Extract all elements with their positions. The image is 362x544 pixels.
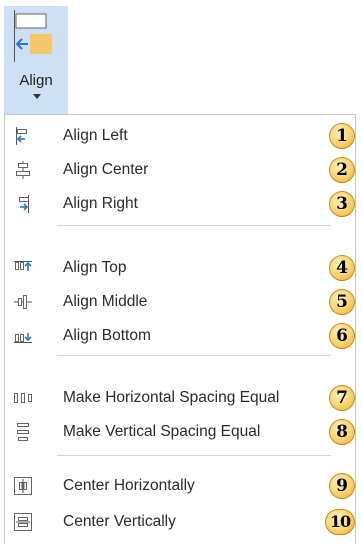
vertical-spacing-icon <box>13 422 33 442</box>
align-middle-icon <box>13 292 33 312</box>
step-badge: 2 <box>329 157 355 183</box>
align-ribbon-button[interactable]: Align <box>4 6 68 114</box>
menu-item-align-bottom[interactable]: Align Bottom 6 <box>5 319 355 353</box>
align-left-icon <box>10 8 64 64</box>
step-badge: 5 <box>329 289 355 315</box>
menu-item-vertical-spacing[interactable]: Make Vertical Spacing Equal 8 <box>5 415 355 449</box>
menu-item-align-left[interactable]: Align Left 1 <box>5 119 355 153</box>
align-bottom-icon <box>13 326 33 346</box>
menu-item-align-right[interactable]: Align Right 3 <box>5 187 355 221</box>
menu-item-label: Align Middle <box>63 293 148 310</box>
horizontal-spacing-icon <box>13 388 33 408</box>
menu-item-label: Align Center <box>63 161 149 178</box>
menu-item-center-vertically[interactable]: Center Vertically 10 <box>5 505 355 539</box>
menu-separator <box>57 225 331 226</box>
menu-item-center-horizontally[interactable]: Center Horizontally 9 <box>5 469 355 503</box>
align-button-label: Align <box>19 72 53 89</box>
dropdown-arrow-icon <box>33 94 41 99</box>
menu-item-label: Align Left <box>63 127 128 144</box>
step-badge: 6 <box>329 323 355 349</box>
menu-separator <box>57 455 331 456</box>
center-horizontally-icon <box>13 476 33 496</box>
menu-item-label: Make Vertical Spacing Equal <box>63 423 261 440</box>
align-dropdown-menu: Align Left 1 Align Center 2 Align Right … <box>4 114 356 544</box>
menu-separator <box>57 355 331 356</box>
menu-item-label: Center Vertically <box>63 513 176 530</box>
menu-item-align-middle[interactable]: Align Middle 5 <box>5 285 355 319</box>
menu-item-horizontal-spacing[interactable]: Make Horizontal Spacing Equal 7 <box>5 381 355 415</box>
menu-item-label: Align Bottom <box>63 327 151 344</box>
step-badge: 3 <box>329 191 355 217</box>
menu-item-label: Align Right <box>63 195 138 212</box>
center-vertically-icon <box>13 512 33 532</box>
align-top-icon <box>13 258 33 278</box>
menu-item-label: Align Top <box>63 259 127 276</box>
align-left-icon <box>13 126 33 146</box>
step-badge: 1 <box>329 123 355 149</box>
menu-item-label: Make Horizontal Spacing Equal <box>63 389 280 406</box>
step-badge: 8 <box>329 419 355 445</box>
step-badge: 4 <box>329 255 355 281</box>
step-badge: 9 <box>329 473 355 499</box>
menu-item-align-top[interactable]: Align Top 4 <box>5 251 355 285</box>
align-right-icon <box>13 194 33 214</box>
menu-item-align-center[interactable]: Align Center 2 <box>5 153 355 187</box>
step-badge: 7 <box>329 385 355 411</box>
align-center-icon <box>13 160 33 180</box>
step-badge: 10 <box>325 509 355 535</box>
menu-item-label: Center Horizontally <box>63 477 195 494</box>
